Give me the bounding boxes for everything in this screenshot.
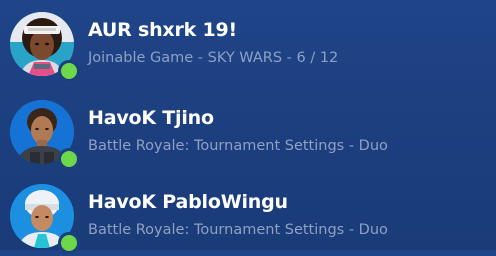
friend-row[interactable]: AUR shxrk 19! Joinable Game - SKY WARS -… xyxy=(0,4,496,84)
friend-status: Joinable Game - SKY WARS - 6 / 12 xyxy=(88,50,339,66)
friend-name[interactable]: HavoK PabloWingu xyxy=(88,191,288,213)
avatar-container[interactable] xyxy=(10,12,80,82)
friend-name[interactable]: HavoK Tjino xyxy=(88,107,214,129)
friend-status: Battle Royale: Tournament Settings - Duo xyxy=(88,138,388,154)
avatar-container[interactable] xyxy=(10,100,80,170)
friends-list: AUR shxrk 19! Joinable Game - SKY WARS -… xyxy=(0,0,496,254)
online-status-icon xyxy=(58,232,80,254)
online-status-icon xyxy=(58,60,80,82)
friend-name[interactable]: AUR shxrk 19! xyxy=(88,19,237,41)
friend-row[interactable]: HavoK PabloWingu Battle Royale: Tourname… xyxy=(0,176,496,256)
friend-status: Battle Royale: Tournament Settings - Duo xyxy=(88,222,388,238)
online-status-icon xyxy=(58,148,80,170)
avatar-container[interactable] xyxy=(10,184,80,254)
friend-row[interactable]: HavoK Tjino Battle Royale: Tournament Se… xyxy=(0,92,496,172)
